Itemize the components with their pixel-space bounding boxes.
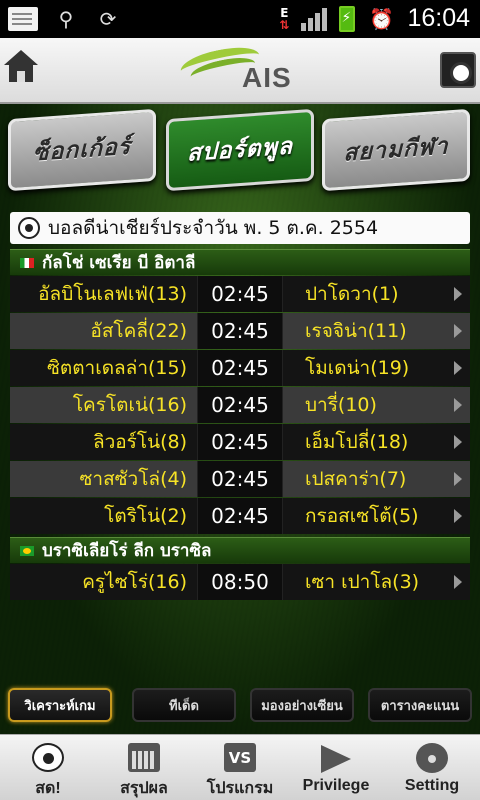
away-team: เซา เปาโล(3) [305,571,420,593]
nav-setting[interactable]: Setting [384,735,480,800]
category-plates: ซ็อกเก้อร์ สปอร์ตพูล สยามกีฬา [0,108,480,198]
status-time: 16:04 [407,4,470,32]
chevron-right-icon [454,435,462,449]
league-name: บราซิเลียโร่ ลีก บราซิล [42,541,212,561]
app-header: AIS [0,38,480,104]
away-team: เรจจิน่า(11) [305,320,407,342]
kickoff-time: 02:45 [197,387,283,423]
kickoff-time: 02:45 [197,498,283,534]
match-row[interactable]: ครูไซโร่(16) 08:50 เซา เปาโล(3) [10,564,470,600]
message-icon [8,7,38,31]
chevron-right-icon [454,287,462,301]
calendar-icon [128,743,160,772]
signal-icon [301,7,328,31]
gear-icon [416,743,448,773]
sync-icon: ⟳ [99,7,117,31]
analysis-tabs: วิเคราะห์เกม ทีเด็ด มองอย่างเซียน ตารางค… [0,684,480,728]
soccer-ball-icon [32,743,64,772]
chevron-right-icon [454,398,462,412]
kickoff-time: 02:45 [197,461,283,497]
away-team: กรอสเซโต้(5) [305,505,419,527]
chevron-right-icon [454,361,462,375]
bottom-nav: สด! สรุปผล VS โปรแกรม Privilege Setting [0,734,480,800]
match-row[interactable]: ลิวอร์โน่(8) 02:45 เอ็มโปลี่(18) [10,424,470,460]
kickoff-time: 02:45 [197,313,283,349]
chevron-right-icon [454,509,462,523]
brand-logo: AIS [178,41,300,96]
chevron-right-icon [454,472,462,486]
camera-ball-icon[interactable] [440,52,476,88]
date-title: บอลดีน่าเชียร์ประจำวัน พ. 5 ต.ค. 2554 [48,217,379,239]
date-bar: บอลดีน่าเชียร์ประจำวัน พ. 5 ต.ค. 2554 [10,212,470,244]
away-team: บารี่(10) [305,394,377,416]
home-team: ครูไซโร่(16) [10,564,197,600]
brazil-flag-icon [20,545,34,556]
match-row[interactable]: โครโตเน่(16) 02:45 บารี่(10) [10,387,470,423]
away-team: โมเดน่า(19) [305,357,410,379]
soccer-ball-icon [18,217,40,239]
away-team: ปาโดวา(1) [305,283,399,305]
kickoff-time: 02:45 [197,350,283,386]
battery-charging-icon [339,5,356,32]
chevron-right-icon [454,575,462,589]
kickoff-time: 08:50 [197,564,283,600]
megaphone-icon [321,745,351,773]
home-icon[interactable] [4,50,38,86]
league-header: กัลโช่ เซเรีย บี อิตาลี [10,249,470,275]
home-team: ลิวอร์โน่(8) [10,424,197,460]
plate-siamkeela[interactable]: สยามกีฬา [322,108,470,192]
match-row[interactable]: อัสโคลี่(22) 02:45 เรจจิน่า(11) [10,313,470,349]
nav-live[interactable]: สด! [0,735,96,800]
home-team: อัลบิโนเลฟเฟ่(13) [10,276,197,312]
home-team: โครโตเน่(16) [10,387,197,423]
away-team: เอ็มโปลี่(18) [305,431,409,453]
status-bar: ⚲ ⟳ E ⇅ ⏰ 16:04 [0,0,480,38]
italy-flag-icon [20,257,34,268]
home-team: อัสโคลี่(22) [10,313,197,349]
vs-icon: VS [224,743,256,772]
away-team: เปสคาร่า(7) [305,468,407,490]
kickoff-time: 02:45 [197,276,283,312]
tab-analysis[interactable]: วิเคราะห์เกม [8,688,112,722]
kickoff-time: 02:45 [197,424,283,460]
tab-standings[interactable]: ตารางคะแนน [368,688,472,722]
nav-program[interactable]: VS โปรแกรม [192,735,288,800]
nav-results[interactable]: สรุปผล [96,735,192,800]
match-row[interactable]: โตริโน่(2) 02:45 กรอสเซโต้(5) [10,498,470,534]
chevron-right-icon [454,324,462,338]
plate-soccer[interactable]: ซ็อกเก้อร์ [8,108,156,192]
plate-sportpool[interactable]: สปอร์ตพูล [166,108,314,192]
tab-tips[interactable]: ทีเด็ด [132,688,236,722]
home-team: ซิตตาเดลล่า(15) [10,350,197,386]
usb-icon: ⚲ [58,7,74,31]
alarm-icon: ⏰ [368,6,394,31]
tab-expert-view[interactable]: มองอย่างเซียน [250,688,354,722]
league-name: กัลโช่ เซเรีย บี อิตาลี [42,253,196,273]
home-team: ซาสซัวโล่(4) [10,461,197,497]
nav-privilege[interactable]: Privilege [288,735,384,800]
home-team: โตริโน่(2) [10,498,197,534]
match-row[interactable]: ซิตตาเดลล่า(15) 02:45 โมเดน่า(19) [10,350,470,386]
network-type-icon: E ⇅ [279,5,290,32]
match-row[interactable]: อัลบิโนเลฟเฟ่(13) 02:45 ปาโดวา(1) [10,276,470,312]
league-header: บราซิเลียโร่ ลีก บราซิล [10,537,470,563]
match-row[interactable]: ซาสซัวโล่(4) 02:45 เปสคาร่า(7) [10,461,470,497]
